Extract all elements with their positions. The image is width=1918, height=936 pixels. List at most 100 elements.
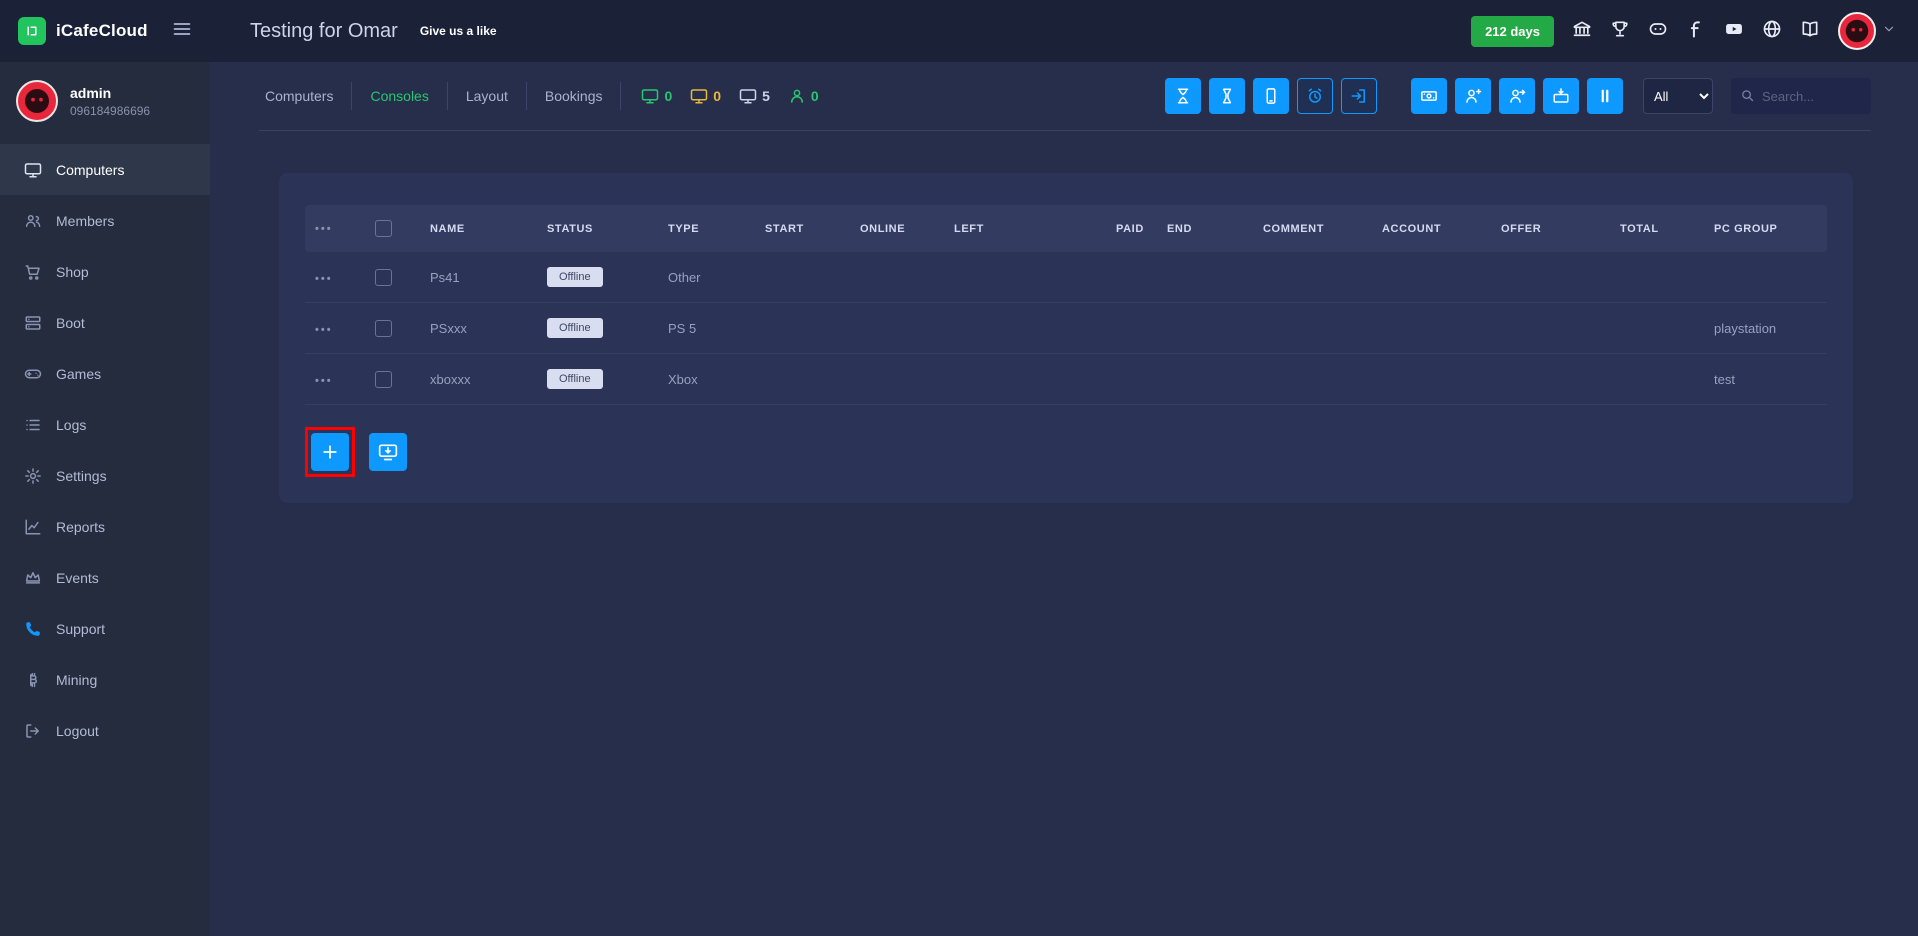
plus-icon [320,442,340,462]
cell-end [1157,354,1253,405]
row-menu-icon[interactable]: ••• [315,273,333,285]
sidebar-item-support[interactable]: Support [0,603,210,654]
hamburger-menu-icon[interactable] [172,19,192,44]
column-comment: COMMENT [1253,205,1372,252]
checkout-button[interactable] [1341,78,1377,114]
column-type: TYPE [658,205,755,252]
sidebar-item-games[interactable]: Games [0,348,210,399]
tab-layout[interactable]: Layout [448,82,527,110]
cell-name: xboxxx [420,354,537,405]
counter-monitors-green: 0 [641,87,672,105]
sidebar-item-label: Mining [56,672,97,688]
cell-paid [1106,252,1157,303]
consoles-table-card: ••• NAME STATUS TYPE START ONLINE LEFT P… [279,173,1853,503]
license-days-badge[interactable]: 212 days [1471,16,1554,47]
user-arrow-icon [1508,87,1526,105]
column-offer: OFFER [1491,205,1610,252]
deposit-button[interactable] [1543,78,1579,114]
cell-online [850,303,944,354]
user-menu[interactable] [1838,12,1896,50]
pause-button[interactable] [1587,78,1623,114]
cell-total [1610,303,1704,354]
youtube-icon[interactable] [1724,19,1744,44]
sidebar-item-computers[interactable]: Computers [0,144,210,195]
sidebar-item-events[interactable]: Events [0,552,210,603]
cell-end [1157,303,1253,354]
select-all-checkbox[interactable] [375,220,392,237]
mobile-icon [1262,87,1280,105]
give-us-a-like-link[interactable]: Give us a like [420,24,497,38]
sidebar-item-settings[interactable]: Settings [0,450,210,501]
row-checkbox[interactable] [375,269,392,286]
table-row: ••• Ps41 Offline Other [305,252,1827,303]
sidebar-item-boot[interactable]: Boot [0,297,210,348]
logo-section: iCafeCloud [0,0,210,62]
timer-button[interactable] [1165,78,1201,114]
cell-account [1372,252,1491,303]
header-menu-icon[interactable]: ••• [315,223,333,235]
row-menu-icon[interactable]: ••• [315,375,333,387]
cell-comment [1253,252,1372,303]
tab-consoles[interactable]: Consoles [352,82,447,110]
sidebar-item-label: Settings [56,468,107,484]
alarm-button[interactable] [1297,78,1333,114]
row-menu-icon[interactable]: ••• [315,324,333,336]
row-checkbox[interactable] [375,320,392,337]
column-left: LEFT [944,205,1106,252]
tab-bookings[interactable]: Bookings [527,82,622,110]
sidebar-item-logs[interactable]: Logs [0,399,210,450]
status-counters: 0 0 5 0 [641,87,818,105]
counter-monitors-total: 5 [739,87,770,105]
search-icon [1740,88,1755,103]
user-avatar [1838,12,1876,50]
discord-icon[interactable] [1648,19,1668,44]
sidebar-item-label: Logs [56,417,86,433]
banknote-icon [1420,87,1438,105]
gear-icon [24,467,42,485]
cell-offer [1491,252,1610,303]
logout-icon [24,722,42,740]
sidebar-user-block: admin 096184986696 [0,62,210,138]
cell-type: PS 5 [658,303,755,354]
column-account: ACCOUNT [1372,205,1491,252]
chart-icon [24,518,42,536]
sidebar-item-mining[interactable]: Mining [0,654,210,705]
sidebar-item-label: Computers [56,162,124,178]
sidebar-item-logout[interactable]: Logout [0,705,210,756]
table-row: ••• xboxxx Offline Xbox [305,354,1827,405]
cell-pc-group: test [1704,354,1827,405]
assign-member-button[interactable] [1499,78,1535,114]
tabs-row: Computers Consoles Layout Bookings 0 0 5 [259,78,1871,131]
gamepad-icon [24,365,42,383]
cell-left [944,303,1106,354]
cash-button[interactable] [1411,78,1447,114]
trophy-icon[interactable] [1610,19,1630,44]
sidebar-item-reports[interactable]: Reports [0,501,210,552]
add-console-button[interactable] [311,433,349,471]
monitor-icon [739,87,757,105]
bank-icon[interactable] [1572,19,1592,44]
mobile-button[interactable] [1253,78,1289,114]
top-header: iCafeCloud Testing for Omar Give us a li… [0,0,1918,62]
sidebar-item-members[interactable]: Members [0,195,210,246]
column-paid: PAID [1106,205,1157,252]
tab-computers[interactable]: Computers [259,82,352,110]
import-consoles-button[interactable] [369,433,407,471]
filter-select[interactable]: All [1643,78,1713,114]
add-member-button[interactable] [1455,78,1491,114]
globe-icon[interactable] [1762,19,1782,44]
sidebar-item-shop[interactable]: Shop [0,246,210,297]
counter-value: 0 [664,88,672,104]
sidebar-item-label: Boot [56,315,85,331]
facebook-icon[interactable] [1686,19,1706,44]
row-checkbox[interactable] [375,371,392,388]
cell-paid [1106,354,1157,405]
header-right: 212 days [1471,12,1918,50]
cell-left [944,354,1106,405]
main-area: Computers Consoles Layout Bookings 0 0 5 [210,62,1918,936]
hourglass-button[interactable] [1209,78,1245,114]
bitcoin-icon [24,671,42,689]
docs-book-icon[interactable] [1800,19,1820,44]
cell-name: Ps41 [420,252,537,303]
column-pc-group: PC GROUP [1704,205,1827,252]
